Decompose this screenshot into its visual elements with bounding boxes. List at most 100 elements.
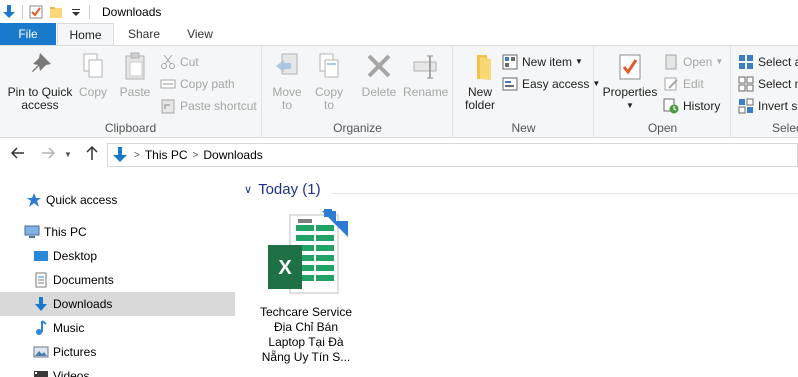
file-item[interactable]: X Techcare Service Địa Chỉ Bán Laptop Tạ… xyxy=(256,207,356,377)
computer-icon xyxy=(24,224,40,240)
excel-shortcut-icon: X xyxy=(268,209,348,294)
new-folder-label-2: folder xyxy=(464,98,496,112)
tab-home[interactable]: Home xyxy=(57,23,114,46)
sidebar-item-quick-access[interactable]: Quick access xyxy=(0,188,235,212)
copy-path-button[interactable]: Copy path xyxy=(160,74,235,94)
file-name-line: Laptop Tại Đà xyxy=(268,335,344,349)
forward-arrow-icon[interactable] xyxy=(38,145,58,165)
select-all-icon xyxy=(738,54,754,70)
history-clock-icon xyxy=(663,98,679,114)
copy-label: Copy xyxy=(78,85,107,99)
group-divider xyxy=(332,193,798,194)
recent-locations-chevron-icon[interactable]: ▼ xyxy=(62,145,74,165)
file-name-line: Techcare Service xyxy=(259,305,353,319)
delete-x-icon xyxy=(366,52,392,82)
edit-button[interactable]: Edit xyxy=(663,74,704,94)
sidebar-item-videos[interactable]: Videos xyxy=(0,364,235,377)
delete-label: Delete xyxy=(361,85,397,99)
breadcrumb-chevron-icon[interactable]: > xyxy=(193,150,199,161)
copy-icon xyxy=(80,52,106,82)
open-button[interactable]: Open ▼ xyxy=(663,52,723,72)
open-group-label: Open xyxy=(647,121,678,135)
folder-icon xyxy=(467,52,493,82)
up-arrow-icon[interactable] xyxy=(82,145,102,165)
address-bar[interactable]: > This PC > Downloads xyxy=(107,143,798,167)
separator xyxy=(22,4,23,19)
cut-button[interactable]: Cut xyxy=(160,52,199,72)
rename-button[interactable]: Rename xyxy=(403,52,448,99)
easy-access-button[interactable]: Easy access ▼ xyxy=(502,74,600,94)
breadcrumb-downloads[interactable]: Downloads xyxy=(203,148,262,162)
history-button[interactable]: History xyxy=(663,96,720,116)
properties-button[interactable]: Properties ▼ xyxy=(601,52,659,112)
chevron-down-icon: ▼ xyxy=(715,57,724,66)
delete-button[interactable]: Delete xyxy=(359,52,399,99)
move-to-icon xyxy=(274,52,300,82)
move-to-button[interactable]: Move to xyxy=(269,52,305,112)
star-icon xyxy=(26,192,42,208)
select-group-label: Selec xyxy=(772,121,798,135)
sidebar-item-documents[interactable]: Documents xyxy=(0,268,235,292)
sidebar-item-pictures[interactable]: Pictures xyxy=(0,340,235,364)
collapse-chevron-icon[interactable]: ∨ xyxy=(244,183,252,196)
videos-icon xyxy=(33,368,49,377)
new-folder-icon[interactable] xyxy=(49,5,63,19)
title-bar: Downloads xyxy=(0,0,798,23)
paste-shortcut-button[interactable]: Paste shortcut xyxy=(160,96,257,116)
file-name-line: Nẵng Uy Tín S... xyxy=(261,350,351,364)
pin-to-quick-access-button[interactable]: Pin to Quick access xyxy=(4,52,76,112)
documents-icon xyxy=(33,272,49,288)
clipboard-group: Pin to Quick access Copy Paste Cut Copy … xyxy=(0,46,262,138)
chevron-down-icon: ▼ xyxy=(575,57,583,66)
pictures-icon xyxy=(33,344,49,360)
sidebar-item-music[interactable]: Music xyxy=(0,316,235,340)
breadcrumb-chevron-icon[interactable]: > xyxy=(134,150,140,161)
properties-check-icon xyxy=(617,52,643,82)
sidebar-item-downloads[interactable]: Downloads xyxy=(0,292,235,316)
copy-to-button[interactable]: Copy to xyxy=(311,52,347,112)
copy-button[interactable]: Copy xyxy=(76,52,110,99)
select-none-icon xyxy=(738,76,754,92)
paste-label: Paste xyxy=(119,85,151,99)
ribbon: Pin to Quick access Copy Paste Cut Copy … xyxy=(0,45,798,138)
svg-text:X: X xyxy=(278,257,292,279)
clipboard-group-label: Clipboard xyxy=(104,121,157,135)
properties-check-icon[interactable] xyxy=(29,5,43,19)
group-header-today[interactable]: ∨ Today (1) xyxy=(244,181,321,198)
sidebar-item-label: Documents xyxy=(53,273,114,287)
new-item-button[interactable]: New item ▼ xyxy=(502,52,583,72)
desktop-icon xyxy=(33,248,49,264)
sidebar-item-label: Videos xyxy=(53,369,90,377)
select-all-button[interactable]: Select a xyxy=(738,52,798,72)
chevron-down-icon: ▼ xyxy=(626,101,634,110)
customize-dropdown-icon[interactable] xyxy=(69,5,83,19)
rename-icon xyxy=(412,52,438,82)
copy-to-icon xyxy=(316,52,342,82)
navigation-bar: ▼ > This PC > Downloads xyxy=(0,139,798,171)
select-group: Select a Select n Invert se Selec xyxy=(732,46,798,138)
scissors-icon xyxy=(160,54,176,70)
paste-button[interactable]: Paste xyxy=(116,52,154,99)
new-item-label: New item xyxy=(522,55,573,69)
open-label: Open xyxy=(683,55,713,69)
paste-shortcut-icon xyxy=(160,98,176,114)
open-group: Properties ▼ Open ▼ Edit History Open xyxy=(595,46,731,138)
select-none-button[interactable]: Select n xyxy=(738,74,798,94)
download-arrow-icon[interactable] xyxy=(2,4,16,19)
tab-file[interactable]: File xyxy=(0,23,56,45)
pin-icon xyxy=(27,52,53,82)
breadcrumb-this-pc[interactable]: This PC xyxy=(145,148,188,162)
sidebar-item-this-pc[interactable]: This PC xyxy=(0,220,235,244)
tab-view[interactable]: View xyxy=(175,23,225,45)
copy-path-icon xyxy=(160,76,176,92)
download-arrow-icon xyxy=(112,147,128,163)
back-arrow-icon[interactable] xyxy=(8,145,28,165)
new-folder-button[interactable]: New folder xyxy=(460,52,500,112)
tab-share[interactable]: Share xyxy=(118,23,170,45)
new-group-label: New xyxy=(511,121,536,135)
sidebar-item-desktop[interactable]: Desktop xyxy=(0,244,235,268)
invert-selection-button[interactable]: Invert se xyxy=(738,96,798,116)
easy-access-label: Easy access xyxy=(522,77,590,91)
sidebar-item-label: This PC xyxy=(44,225,87,239)
download-arrow-icon xyxy=(33,296,49,312)
